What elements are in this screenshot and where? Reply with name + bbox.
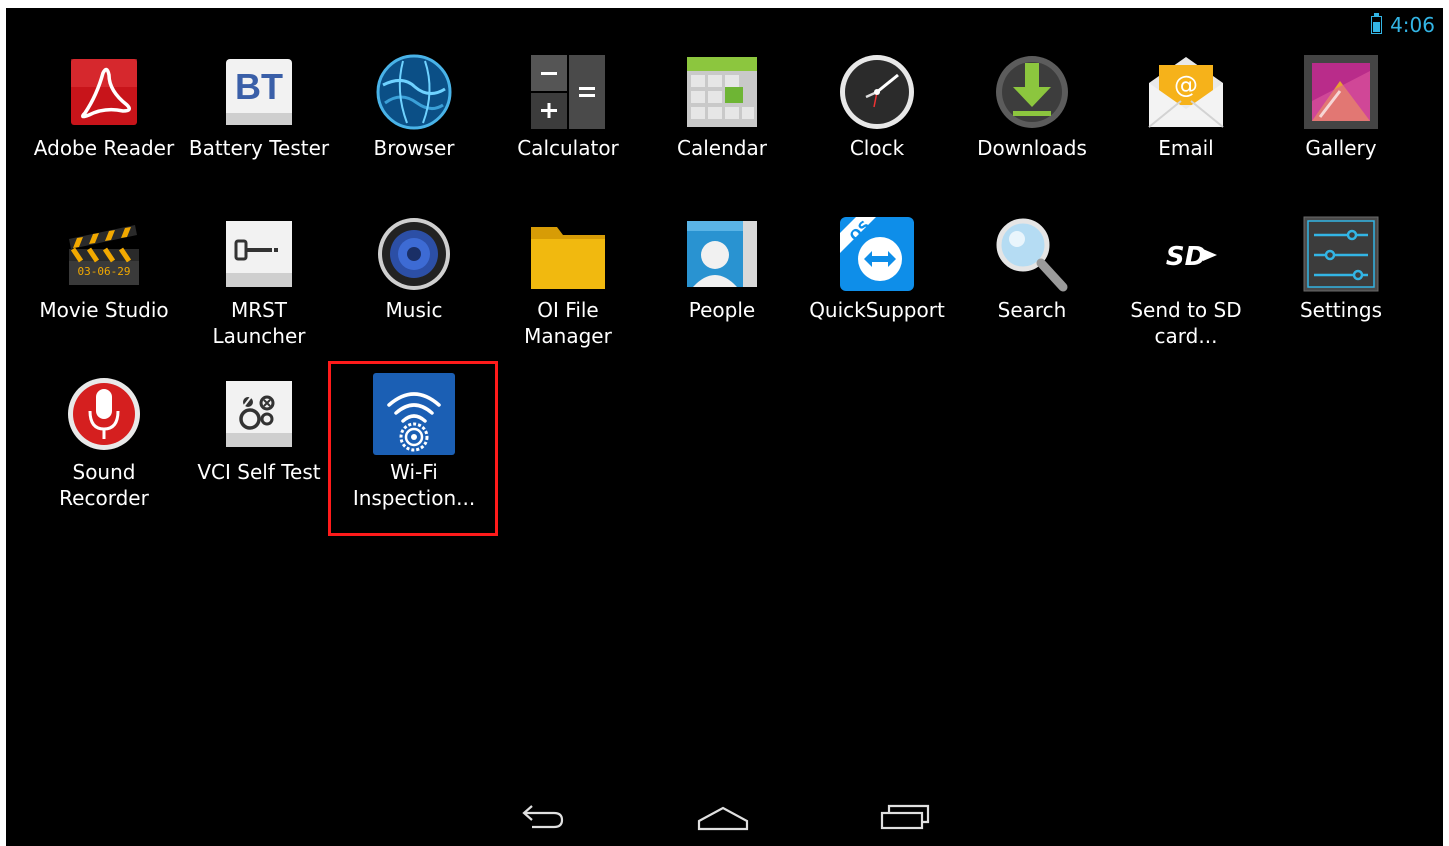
app-downloads[interactable]: Downloads [955, 51, 1109, 161]
app-label: People [688, 298, 756, 322]
home-icon [697, 806, 749, 831]
app-label: OI File Manager [524, 298, 612, 348]
recent-apps-icon [880, 804, 930, 830]
app-settings[interactable]: Settings [1264, 213, 1418, 323]
app-movie-studio[interactable]: 03-06-29 Movie Studio [27, 213, 181, 323]
navigation-bar [6, 786, 1443, 846]
app-oi-file-manager[interactable]: OI File Manager [491, 213, 645, 349]
app-label: Email [1158, 136, 1214, 160]
search-magnifier-icon [991, 213, 1073, 295]
wifi-inspection-icon [373, 373, 455, 455]
people-contacts-icon [681, 213, 763, 295]
app-people[interactable]: People [645, 213, 799, 323]
vci-self-test-icon [218, 373, 300, 455]
app-browser[interactable]: Browser [337, 51, 491, 161]
home-button[interactable] [683, 794, 763, 838]
app-search[interactable]: Search [955, 213, 1109, 323]
app-label: Calendar [677, 136, 767, 160]
back-icon [522, 805, 564, 829]
app-quicksupport[interactable]: QS QuickSupport [800, 213, 954, 323]
app-vci-self-test[interactable]: VCI Self Test [182, 373, 336, 485]
folder-icon [527, 213, 609, 295]
app-send-to-sd-card[interactable]: SD Send to SD card... [1109, 213, 1263, 349]
app-label: Sound Recorder [59, 460, 149, 510]
music-speaker-icon [373, 213, 455, 295]
battery-charging-icon [1371, 13, 1383, 34]
mrst-launcher-icon [218, 213, 300, 295]
app-label: Battery Tester [188, 136, 330, 160]
app-label: Send to SD card... [1130, 298, 1242, 348]
app-label: Search [997, 298, 1067, 322]
app-label: Wi-Fi Inspection... [352, 460, 476, 510]
app-label: Adobe Reader [33, 136, 175, 160]
app-label: QuickSupport [809, 298, 945, 322]
app-label: Clock [849, 136, 905, 160]
clock-icon [836, 51, 918, 133]
recent-apps-button[interactable] [865, 794, 945, 838]
calendar-icon [681, 51, 763, 133]
sound-recorder-icon [63, 373, 145, 455]
svg-text:@: @ [1174, 71, 1198, 99]
gallery-icon [1300, 51, 1382, 133]
quicksupport-icon: QS [836, 213, 918, 295]
app-calendar[interactable]: Calendar [645, 51, 799, 161]
android-screen: 4:06 Adobe Reader BT Battery Tester Browser… [6, 8, 1443, 846]
battery-tester-icon: BT [218, 51, 300, 133]
app-label: Music [385, 298, 443, 322]
app-label: Gallery [1305, 136, 1377, 160]
app-label: MRST Launcher [212, 298, 306, 348]
app-adobe-reader[interactable]: Adobe Reader [27, 51, 181, 161]
app-label: Browser [373, 136, 455, 160]
svg-text:BT: BT [235, 66, 283, 107]
calculator-icon [527, 51, 609, 133]
app-wi-fi-inspection[interactable]: Wi-Fi Inspection... [337, 373, 491, 511]
svg-text:03-06-29: 03-06-29 [78, 265, 131, 278]
adobe-reader-icon [63, 51, 145, 133]
app-music[interactable]: Music [337, 213, 491, 323]
app-gallery[interactable]: Gallery [1264, 51, 1418, 161]
app-label: Movie Studio [39, 298, 169, 322]
settings-sliders-icon [1300, 213, 1382, 295]
svg-text:SD: SD [1166, 242, 1206, 272]
app-battery-tester[interactable]: BT Battery Tester [182, 51, 336, 161]
app-label: VCI Self Test [197, 460, 321, 484]
app-label: Calculator [517, 136, 619, 160]
back-button[interactable] [504, 794, 584, 838]
browser-globe-icon [373, 51, 455, 133]
app-email[interactable]: @ Email [1109, 51, 1263, 161]
app-label: Settings [1299, 298, 1383, 322]
app-mrst-launcher[interactable]: MRST Launcher [182, 213, 336, 349]
app-clock[interactable]: Clock [800, 51, 954, 161]
email-icon: @ [1145, 51, 1227, 133]
movie-studio-icon: 03-06-29 [63, 213, 145, 295]
status-time: 4:06 [1390, 13, 1435, 37]
downloads-icon [991, 51, 1073, 133]
sd-card-icon: SD [1145, 213, 1227, 295]
app-calculator[interactable]: Calculator [491, 51, 645, 161]
status-bar: 4:06 [1371, 10, 1435, 40]
app-sound-recorder[interactable]: Sound Recorder [27, 373, 181, 511]
app-label: Downloads [977, 136, 1087, 160]
